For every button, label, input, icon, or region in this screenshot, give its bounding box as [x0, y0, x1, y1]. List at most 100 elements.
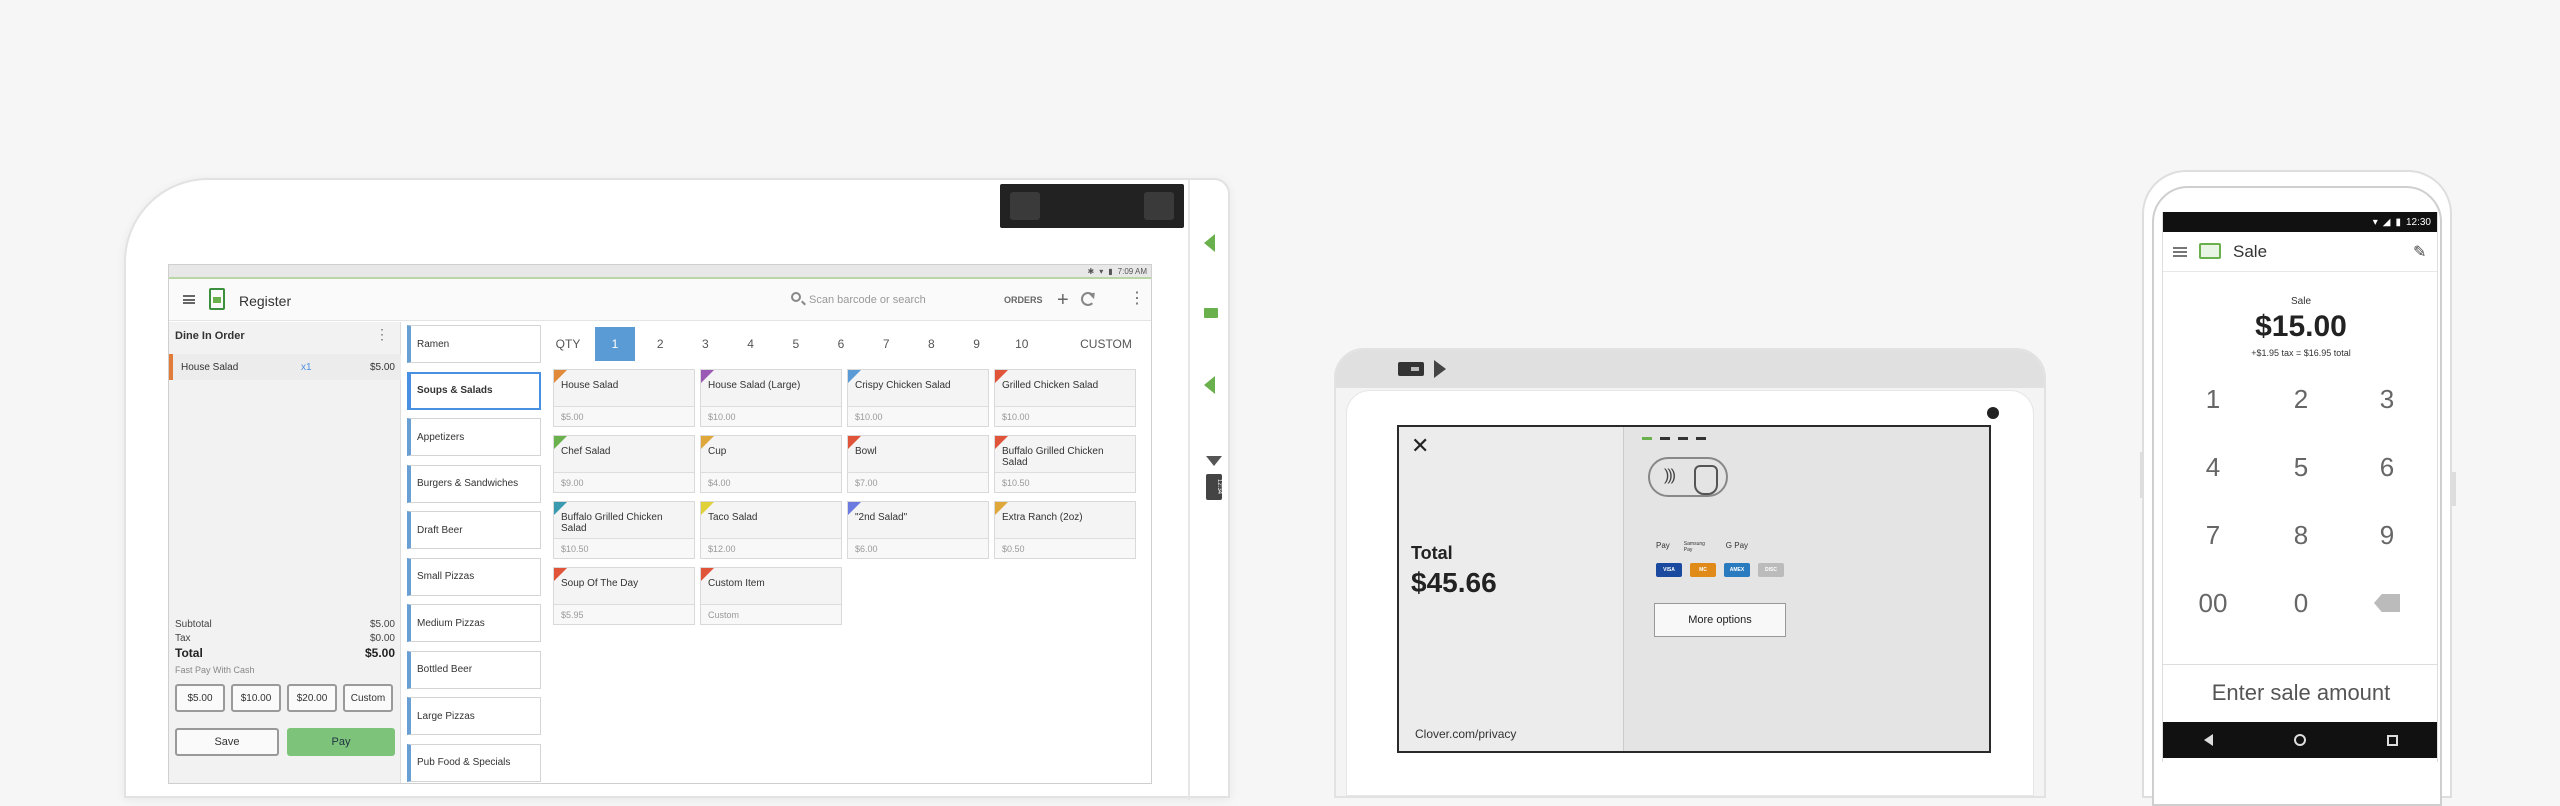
qty-option[interactable]: 1 [595, 327, 635, 361]
item-tile[interactable]: Chef Salad $9.00 [553, 435, 695, 493]
google-pay-logo: G Pay [1725, 541, 1749, 550]
item-name: Cup [708, 446, 727, 457]
category-item[interactable]: Pub Food & Specials [407, 743, 541, 782]
phone-screen: ▾ ◢ ▮ 12:30 Sale ✎ Sale $15.00 +$1.95 ta… [2162, 212, 2438, 762]
save-button[interactable]: Save [175, 728, 279, 756]
phone-app-bar: Sale ✎ [2163, 232, 2437, 272]
item-tile[interactable]: Bowl $7.00 [847, 435, 989, 493]
back-icon[interactable] [2203, 734, 2213, 746]
item-tile[interactable]: Extra Ranch (2oz) $0.50 [994, 501, 1136, 559]
keypad-key[interactable]: 0 [2261, 580, 2341, 626]
qty-option[interactable]: 6 [821, 327, 861, 361]
category-item[interactable]: Medium Pizzas [407, 604, 541, 642]
keypad-key[interactable]: 8 [2261, 512, 2341, 558]
menu-icon[interactable] [2173, 247, 2187, 257]
qty-option[interactable]: 4 [731, 327, 771, 361]
order-menu-icon[interactable]: ⋮ [375, 326, 389, 343]
wallet-logos: Pay Samsung Pay G Pay [1656, 541, 1748, 553]
add-icon[interactable]: + [1057, 290, 1069, 310]
fast-pay-label: Fast Pay With Cash [175, 665, 255, 675]
keypad-key[interactable]: 1 [2173, 376, 2253, 422]
cash-10-button[interactable]: $10.00 [231, 684, 281, 712]
edit-icon[interactable]: ✎ [2413, 242, 2426, 262]
subtotal-label: Subtotal [175, 619, 212, 630]
backspace-icon[interactable] [2347, 580, 2427, 626]
qty-label: QTY [555, 337, 581, 351]
item-tile[interactable]: Crispy Chicken Salad $10.00 [847, 369, 989, 427]
home-icon[interactable] [2293, 734, 2306, 746]
qty-option[interactable]: 3 [685, 327, 725, 361]
keypad-key[interactable]: 7 [2173, 512, 2253, 558]
keypad-key[interactable]: 4 [2173, 444, 2253, 490]
sale-tax-line: +$1.95 tax = $16.95 total [2251, 348, 2351, 358]
cash-5-button[interactable]: $5.00 [175, 684, 225, 712]
phone-status-bar: ▾ ◢ ▮ 12:30 [2163, 212, 2437, 232]
qty-option[interactable]: 7 [866, 327, 906, 361]
item-name: Custom Item [708, 578, 765, 589]
quantity-bar: QTY 1 2 3 4 5 6 7 8 9 10 CUSTOM [553, 327, 1149, 361]
recent-apps-icon[interactable] [2387, 734, 2399, 746]
qty-option[interactable]: 5 [776, 327, 816, 361]
item-tile[interactable]: Cup $4.00 [700, 435, 842, 493]
phone-status-time: 12:30 [2405, 216, 2431, 228]
register-app-icon [209, 288, 225, 310]
keypad-key[interactable]: 3 [2347, 376, 2427, 422]
wifi-icon: ▾ [1099, 266, 1104, 276]
item-tile[interactable]: Buffalo Grilled Chicken Salad $10.50 [553, 501, 695, 559]
keypad-key[interactable]: 5 [2261, 444, 2341, 490]
item-price: $9.00 [554, 472, 694, 492]
item-tile[interactable]: House Salad (Large) $10.00 [700, 369, 842, 427]
keypad-key[interactable]: 6 [2347, 444, 2427, 490]
category-item[interactable]: Bottled Beer [407, 650, 541, 689]
cash-20-button[interactable]: $20.00 [287, 684, 337, 712]
close-icon[interactable]: ✕ [1411, 433, 1429, 459]
more-options-icon[interactable]: ⋮ [1129, 291, 1145, 307]
refresh-icon[interactable] [1081, 292, 1095, 306]
category-item[interactable]: Appetizers [407, 418, 541, 456]
item-tile[interactable]: "2nd Salad" $6.00 [847, 501, 989, 559]
battery-icon: ▮ [2395, 216, 2401, 228]
sale-amount: $15.00 [2255, 310, 2347, 343]
keypad-key[interactable]: 00 [2173, 580, 2253, 626]
order-line-item[interactable]: House Salad x1 $5.00 [169, 354, 401, 380]
line-item-price: $5.00 [369, 362, 395, 373]
keypad-key[interactable]: 2 [2261, 376, 2341, 422]
orders-button[interactable]: ORDERS [1004, 295, 1043, 305]
rail-arrow-icon [1204, 376, 1215, 394]
camera-bar [1000, 184, 1184, 228]
keypad-key[interactable]: 9 [2347, 512, 2427, 558]
rail-arrow-icon [1204, 234, 1215, 252]
signal-icon: ◢ [2382, 216, 2391, 228]
item-tile[interactable]: Grilled Chicken Salad $10.00 [994, 369, 1136, 427]
category-item[interactable]: Small Pizzas [407, 557, 541, 596]
item-tile[interactable]: Buffalo Grilled Chicken Salad $10.50 [994, 435, 1136, 493]
qty-option[interactable]: 9 [957, 327, 997, 361]
privacy-link[interactable]: Clover.com/privacy [1415, 727, 1516, 741]
item-grid: House Salad $5.00 House Salad (Large) $10.0… [553, 369, 1149, 783]
item-tile[interactable]: Soup Of The Day $5.95 [553, 567, 695, 625]
category-list: Ramen Soups & Salads Appetizers Burgers & S… [407, 325, 545, 783]
total-value: $5.00 [364, 646, 395, 660]
cash-custom-button[interactable]: Custom [343, 684, 393, 712]
category-item[interactable]: Soups & Salads [407, 371, 541, 410]
tablet-side-rail: 12:34 [1188, 180, 1228, 800]
pay-button[interactable]: Pay [287, 728, 395, 756]
category-item[interactable]: Draft Beer [407, 511, 541, 549]
qty-option[interactable]: 10 [1002, 327, 1042, 361]
progress-dots [1642, 437, 1706, 440]
qty-option[interactable]: 2 [640, 327, 680, 361]
item-tile[interactable]: House Salad $5.00 [553, 369, 695, 427]
search-input[interactable] [809, 291, 979, 309]
item-tile[interactable]: Taco Salad $12.00 [700, 501, 842, 559]
more-options-button[interactable]: More options [1654, 603, 1786, 637]
category-item[interactable]: Large Pizzas [407, 697, 541, 735]
item-tile[interactable]: Custom Item Custom [700, 567, 842, 625]
payment-panel: Pay Samsung Pay G Pay VISA MC AMEX DISC Mor… [1623, 427, 1989, 751]
qty-option[interactable]: 8 [911, 327, 951, 361]
menu-icon[interactable] [183, 295, 195, 304]
category-item[interactable]: Ramen [407, 325, 541, 363]
tax-value: $0.00 [369, 633, 395, 644]
enter-sale-amount-field[interactable]: Enter sale amount [2163, 664, 2437, 720]
category-item[interactable]: Burgers & Sandwiches [407, 464, 541, 503]
qty-custom-button[interactable]: CUSTOM [1063, 327, 1149, 361]
